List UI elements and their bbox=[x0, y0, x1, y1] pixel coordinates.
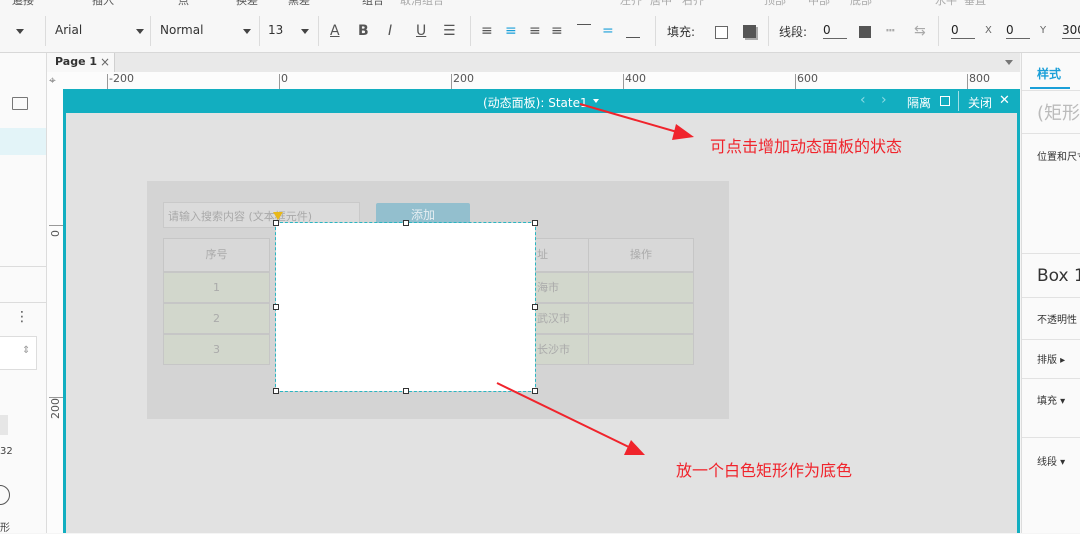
tab-underline bbox=[1030, 87, 1070, 89]
panel-divider bbox=[1022, 339, 1080, 340]
position-size-label: 位置和尺寸 bbox=[1037, 152, 1080, 163]
arrow-line bbox=[579, 103, 685, 135]
layout-section[interactable]: 排版 ▸ bbox=[1037, 351, 1065, 366]
stroke-section[interactable]: 线段 ▾ bbox=[1037, 453, 1065, 468]
panel-divider bbox=[1022, 437, 1080, 438]
opacity-label: 不透明性 bbox=[1037, 315, 1077, 326]
tab-style[interactable]: 样式 bbox=[1037, 65, 1061, 82]
panel-divider bbox=[1022, 297, 1080, 298]
arrow-line bbox=[496, 382, 636, 451]
annotation-state: 可点击增加动态面板的状态 bbox=[710, 137, 903, 156]
panel-divider bbox=[1022, 253, 1080, 254]
annotation-arrows bbox=[496, 103, 694, 455]
right-style-panel: 样式 (矩形 位置和尺寸 Box 1 不透明性 排版 ▸ 填充 ▾ 线段 ▾ bbox=[1021, 53, 1080, 533]
fill-section[interactable]: 填充 ▾ bbox=[1037, 392, 1065, 407]
panel-divider bbox=[1022, 133, 1080, 134]
arrow-head bbox=[624, 440, 645, 455]
box-name[interactable]: Box 1 bbox=[1037, 266, 1080, 286]
shape-name[interactable]: (矩形 bbox=[1037, 99, 1080, 125]
annotation-white-rect: 放一个白色矩形作为底色 bbox=[676, 461, 853, 480]
panel-divider bbox=[1022, 90, 1080, 91]
panel-divider bbox=[1022, 378, 1080, 379]
arrow-head bbox=[672, 124, 694, 140]
